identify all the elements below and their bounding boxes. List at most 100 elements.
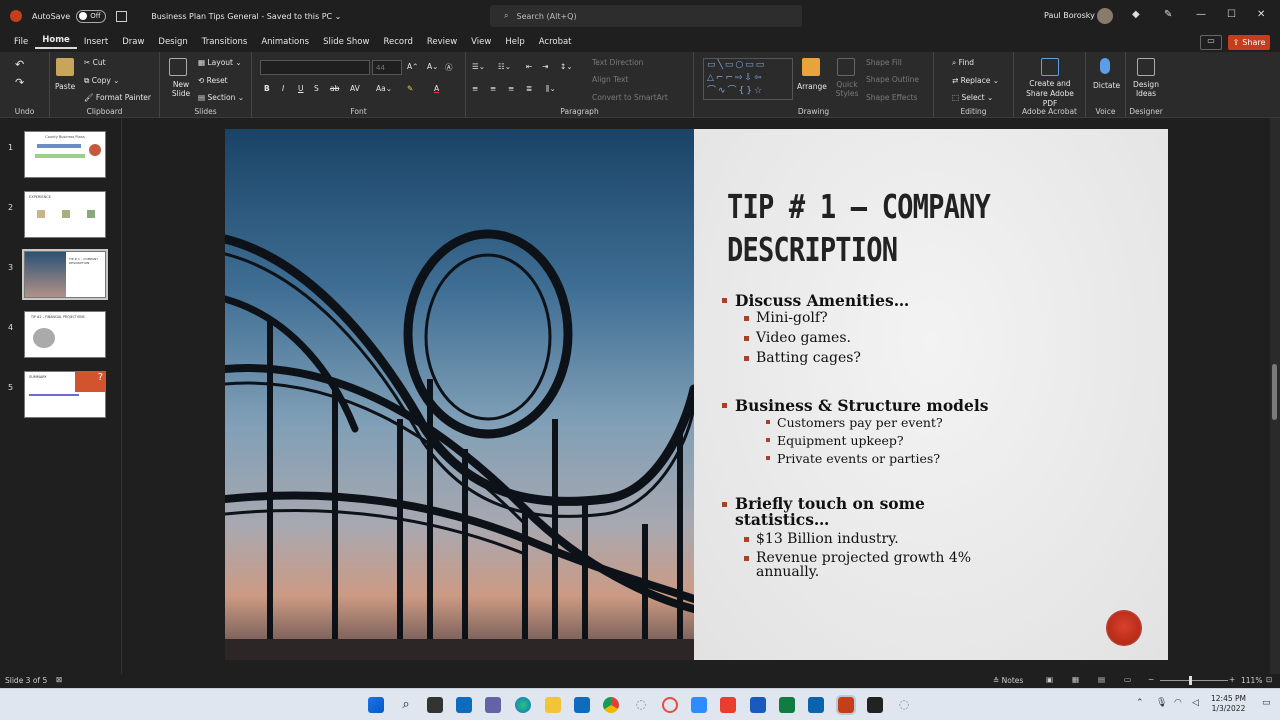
start-icon[interactable] (368, 697, 384, 713)
fit-slide-icon[interactable]: ⊡ (1266, 675, 1272, 684)
underline-icon[interactable]: U (298, 84, 304, 93)
new-slide-icon[interactable] (169, 58, 187, 76)
bullets-icon[interactable]: ☰⌄ (472, 62, 485, 71)
design-ideas-button[interactable]: Design Ideas (1131, 80, 1161, 98)
zoom-out-icon[interactable]: − (1148, 675, 1154, 684)
grow-font-icon[interactable]: A⌃ (407, 62, 418, 71)
powerpoint-icon[interactable] (836, 695, 856, 715)
tray-chevron-icon[interactable]: ⌃ (1136, 698, 1144, 708)
thumbnail-item[interactable]: 2 EXPERIENCE (0, 191, 122, 239)
thumbnail-item[interactable]: 5 SUMMARY ? (0, 371, 122, 419)
font-size-input[interactable]: 44 (372, 60, 402, 75)
clear-format-icon[interactable]: Ⓐ (445, 62, 453, 73)
excel-icon[interactable] (779, 697, 795, 713)
decrease-indent-icon[interactable]: ⇤ (526, 62, 532, 71)
store-icon[interactable] (574, 697, 590, 713)
tab-draw[interactable]: Draw (115, 37, 151, 47)
tab-home[interactable]: Home (35, 35, 77, 49)
scrollbar-thumb[interactable] (1272, 364, 1277, 420)
tab-view[interactable]: View (464, 37, 498, 47)
justify-icon[interactable]: ≣ (526, 84, 532, 93)
numbering-icon[interactable]: ☷⌄ (498, 62, 511, 71)
wifi-icon[interactable]: ◠ (1174, 698, 1182, 708)
widgets-icon[interactable] (456, 697, 472, 713)
accessibility-icon[interactable]: ⊠ (56, 675, 62, 684)
tab-transitions[interactable]: Transitions (195, 37, 255, 47)
columns-icon[interactable]: ⫼⌄ (546, 84, 556, 94)
create-pdf-icon[interactable] (1041, 58, 1059, 76)
share-button[interactable]: ⇪ Share (1228, 35, 1270, 50)
text-direction-button[interactable]: Text Direction (592, 58, 643, 67)
thumbnail-slide-1[interactable]: County Business Plans (24, 131, 106, 178)
change-case-icon[interactable]: Aa⌄ (376, 84, 392, 93)
font-color-icon[interactable]: A (434, 84, 439, 93)
thumbnail-slide-3[interactable]: TIP # 1 – COMPANY DESCRIPTION (22, 249, 108, 300)
taskbar-clock[interactable]: 12:45 PM 1/3/2022 (1211, 694, 1246, 714)
normal-view-icon[interactable]: ▣ (1046, 675, 1053, 684)
thumbnail-slide-5[interactable]: SUMMARY ? (24, 371, 106, 418)
tab-slide-show[interactable]: Slide Show (316, 37, 376, 47)
reading-view-icon[interactable]: ▤ (1098, 675, 1105, 684)
zoom-level[interactable]: 111% (1241, 676, 1262, 685)
redo-icon[interactable]: ↷ (15, 76, 24, 89)
user-name[interactable]: Paul Borosky (1044, 11, 1095, 20)
thumbnail-item[interactable]: 4 TIP #2 – FINANCIAL PROJECTIONS (0, 311, 122, 359)
shape-fill-button[interactable]: Shape Fill (866, 58, 902, 67)
outlook-icon[interactable] (808, 697, 824, 713)
slide-sorter-icon[interactable]: ▦ (1072, 675, 1079, 684)
italic-icon[interactable]: I (282, 84, 284, 93)
section-button[interactable]: ▤ Section ⌄ (198, 93, 244, 102)
tab-help[interactable]: Help (498, 37, 531, 47)
mic-tray-icon[interactable]: 🎙 (1156, 698, 1167, 708)
copy-button[interactable]: ⧉ Copy ⌄ (84, 76, 119, 86)
thumbnail-item[interactable]: 1 County Business Plans (0, 131, 122, 179)
tab-design[interactable]: Design (151, 37, 194, 47)
arrange-button[interactable]: Arrange (797, 82, 827, 91)
paste-icon[interactable] (56, 58, 74, 76)
save-icon[interactable] (116, 10, 128, 22)
shape-effects-button[interactable]: Shape Effects (866, 93, 917, 102)
zoom-slider-thumb[interactable] (1189, 676, 1192, 685)
search-box[interactable]: ⌕ Search (Alt+Q) (490, 5, 802, 27)
zoom-app-icon[interactable] (691, 697, 707, 713)
align-center-icon[interactable]: ≡ (490, 84, 496, 93)
pen-icon[interactable]: ✎ (1164, 9, 1172, 20)
strikethrough-icon[interactable]: ab (330, 84, 339, 93)
comments-button[interactable]: ▭ (1200, 35, 1222, 50)
highlight-icon[interactable]: ✎ (407, 84, 413, 93)
paste-button[interactable]: Paste (55, 82, 75, 91)
increase-indent-icon[interactable]: ⇥ (542, 62, 548, 71)
align-left-icon[interactable]: ≡ (472, 84, 478, 93)
minimize-button[interactable]: — (1196, 9, 1206, 20)
align-text-button[interactable]: Align Text (592, 75, 628, 84)
arrange-icon[interactable] (802, 58, 820, 76)
close-button[interactable]: ✕ (1257, 9, 1265, 20)
create-share-pdf-button[interactable]: Create and Share Adobe PDF (1018, 79, 1082, 109)
tab-record[interactable]: Record (376, 37, 419, 47)
word-icon[interactable] (750, 697, 766, 713)
new-slide-button[interactable]: New Slide (166, 80, 196, 98)
app-icon[interactable] (720, 697, 736, 713)
align-right-icon[interactable]: ≡ (508, 84, 514, 93)
select-button[interactable]: ⬚ Select ⌄ (952, 93, 993, 102)
convert-smartart-button[interactable]: Convert to SmartArt (592, 93, 668, 102)
tab-review[interactable]: Review (420, 37, 464, 47)
layout-button[interactable]: ▦ Layout ⌄ (198, 58, 242, 67)
diamond-icon[interactable]: ◆ (1132, 9, 1140, 20)
line-spacing-icon[interactable]: ↕⌄ (560, 62, 573, 71)
quick-styles-icon[interactable] (837, 58, 855, 76)
file-explorer-icon[interactable] (545, 697, 561, 713)
edge-icon[interactable] (515, 697, 531, 713)
shadow-icon[interactable]: S (314, 84, 319, 93)
chrome-icon[interactable] (603, 697, 619, 713)
design-ideas-icon[interactable] (1137, 58, 1155, 76)
avatar[interactable] (1097, 8, 1113, 24)
tab-animations[interactable]: Animations (254, 37, 316, 47)
zoom-in-icon[interactable]: + (1229, 675, 1235, 684)
search-icon[interactable]: ⌕ (398, 697, 414, 713)
shape-outline-button[interactable]: Shape Outline (866, 75, 919, 84)
shapes-gallery[interactable]: ▭╲▭○▭▭ △⌐⌐⇨⇩⇦ ⌒∿⌒{}☆ (703, 58, 793, 100)
format-painter-button[interactable]: 🖌 Format Painter (84, 93, 151, 102)
maximize-button[interactable]: ☐ (1227, 9, 1236, 20)
autosave-toggle[interactable]: Off (76, 9, 107, 23)
